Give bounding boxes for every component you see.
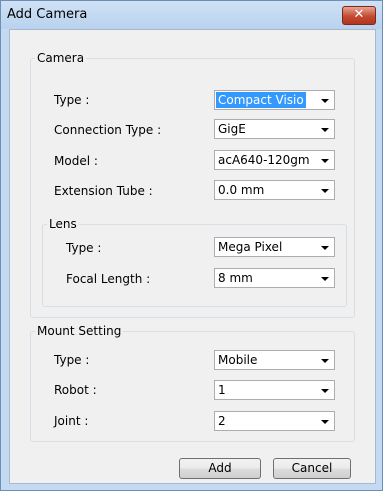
focal-length-select[interactable]: 8 mm — [214, 268, 335, 288]
close-icon: ✕ — [353, 7, 365, 22]
mount-setting-group-legend: Mount Setting — [37, 324, 122, 338]
chevron-down-icon — [321, 420, 329, 424]
camera-group-legend: Camera — [37, 51, 85, 65]
model-select[interactable]: acA640-120gm — [214, 150, 335, 170]
window-title: Add Camera — [7, 7, 88, 22]
cancel-button[interactable]: Cancel — [273, 458, 351, 479]
robot-select[interactable]: 1 — [214, 380, 335, 400]
add-camera-dialog: Add Camera ✕ Camera Type : Compact Visio… — [0, 0, 383, 491]
lens-type-value: Mega Pixel — [218, 240, 283, 254]
mount-type-select[interactable]: Mobile — [214, 350, 335, 370]
model-label: Model : — [54, 154, 98, 168]
chevron-down-icon — [321, 189, 329, 193]
robot-label: Robot : — [54, 383, 97, 397]
chevron-down-icon — [321, 389, 329, 393]
chevron-down-icon — [321, 159, 329, 163]
connection-type-label: Connection Type : — [54, 123, 162, 137]
close-button[interactable]: ✕ — [342, 6, 376, 25]
connection-type-select[interactable]: GigE — [214, 119, 335, 139]
chevron-down-icon — [321, 99, 329, 103]
camera-type-select[interactable]: Compact Visio — [214, 90, 335, 110]
camera-type-value: Compact Visio — [216, 92, 306, 108]
lens-type-select[interactable]: Mega Pixel — [214, 237, 335, 257]
extension-tube-value: 0.0 mm — [218, 183, 265, 197]
camera-type-label: Type : — [54, 93, 90, 107]
connection-type-value: GigE — [218, 122, 246, 136]
joint-select[interactable]: 2 — [214, 411, 335, 431]
chevron-down-icon — [321, 277, 329, 281]
title-bar[interactable]: Add Camera ✕ — [1, 1, 382, 29]
robot-value: 1 — [218, 383, 226, 397]
chevron-down-icon — [321, 128, 329, 132]
chevron-down-icon — [321, 246, 329, 250]
lens-type-label: Type : — [66, 241, 102, 255]
add-button[interactable]: Add — [179, 458, 261, 479]
model-value: acA640-120gm — [218, 153, 310, 167]
joint-value: 2 — [218, 414, 226, 428]
dialog-body: Camera Type : Compact Visio Connection T… — [9, 29, 376, 484]
focal-length-label: Focal Length : — [66, 272, 151, 286]
focal-length-value: 8 mm — [218, 271, 253, 285]
lens-group-legend: Lens — [49, 217, 77, 231]
joint-label: Joint : — [54, 414, 89, 428]
extension-tube-label: Extension Tube : — [54, 184, 153, 198]
mount-type-value: Mobile — [218, 353, 258, 367]
mount-type-label: Type : — [54, 353, 90, 367]
chevron-down-icon — [321, 359, 329, 363]
extension-tube-select[interactable]: 0.0 mm — [214, 180, 335, 200]
lens-group: Lens — [42, 217, 347, 307]
